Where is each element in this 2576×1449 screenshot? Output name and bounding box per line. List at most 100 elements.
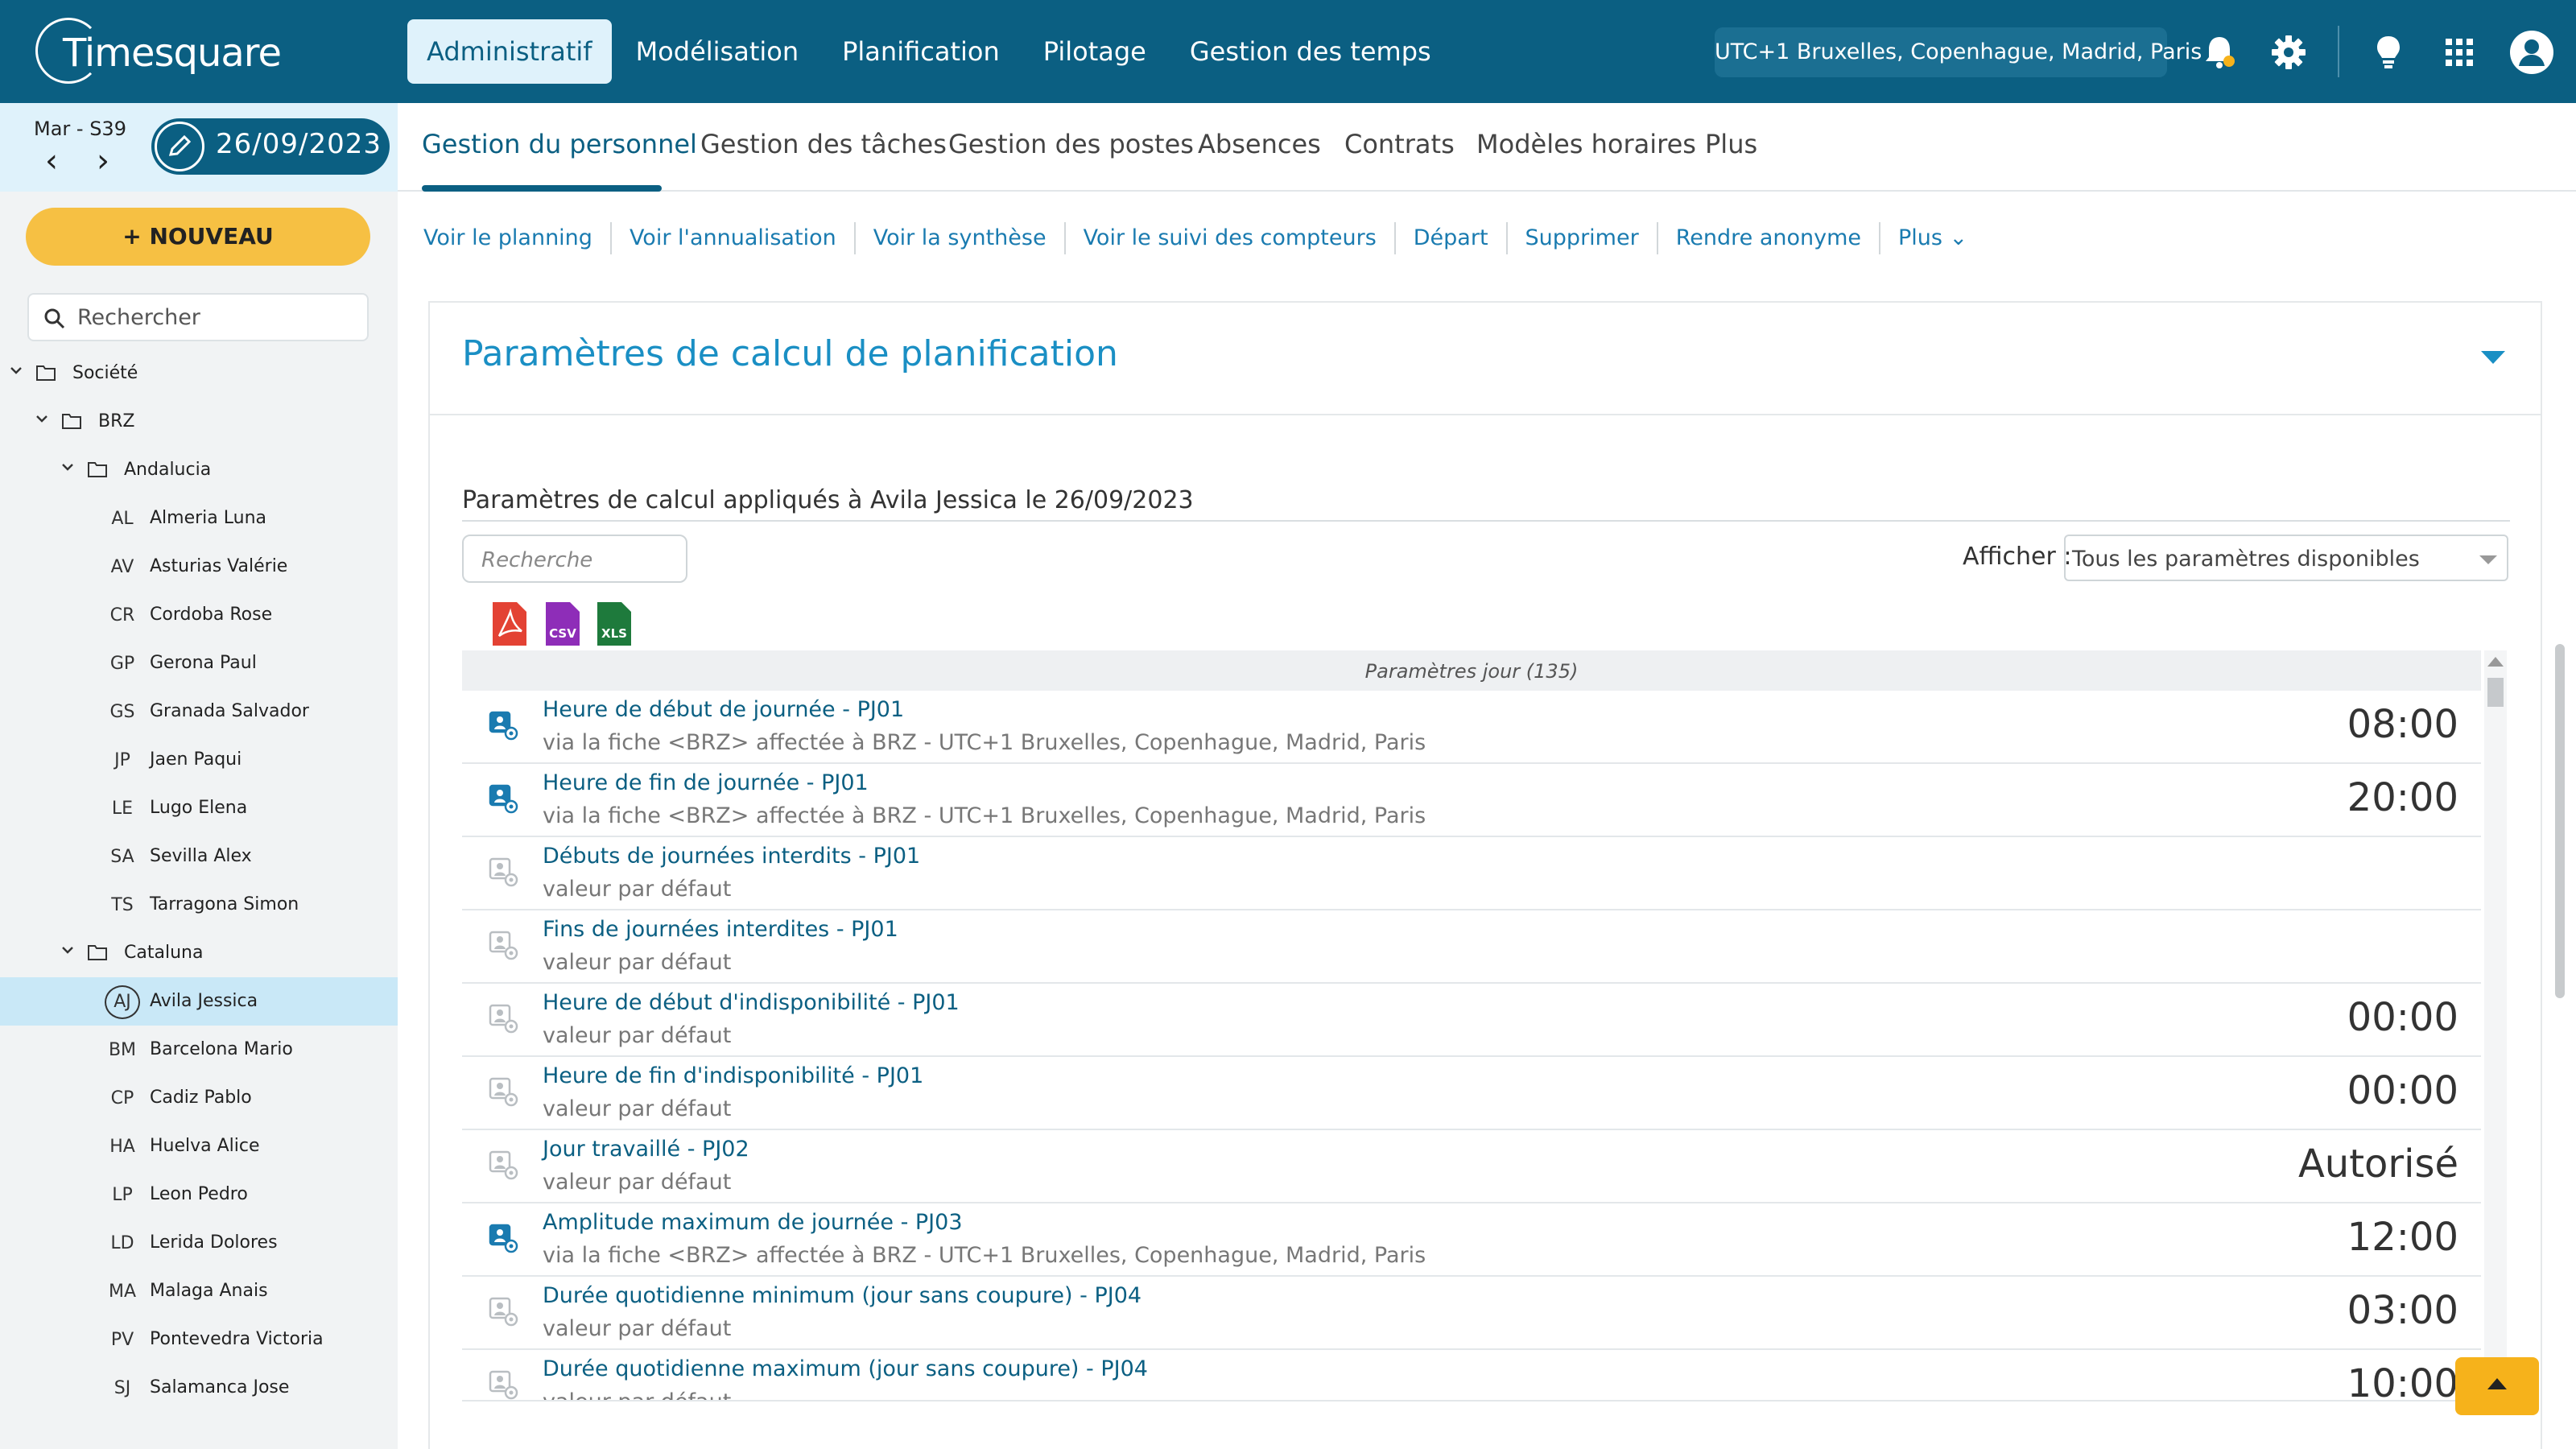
next-date-chevron-icon[interactable]: › [97,145,109,177]
param-value: 00:00 [2347,995,2458,1040]
tree-node-cataluna[interactable]: Cataluna [0,929,398,977]
param-title[interactable]: Durée quotidienne maximum (jour sans cou… [543,1356,1148,1381]
chevron-down-icon[interactable] [34,411,50,427]
param-row[interactable]: Fins de journées interdites - PJ01 valeur… [462,910,2481,984]
person-item[interactable]: HA Huelva Alice [0,1122,398,1170]
tab-gestion-des-postes[interactable]: Gestion des postes [948,129,1194,159]
gear-icon[interactable] [2268,32,2309,72]
person-item[interactable]: GS Granada Salvador [0,687,398,736]
person-name: Lugo Elena [150,798,248,818]
param-title[interactable]: Heure de fin d'indisponibilité - PJ01 [543,1063,923,1088]
tree-node-societe[interactable]: Société [0,349,398,398]
link-depart[interactable]: Départ [1393,222,1506,254]
person-item[interactable]: AV Asturias Valérie [0,543,398,591]
nav-planification[interactable]: Planification [823,19,1019,84]
tab-contrats[interactable]: Contrats [1344,129,1455,159]
scroll-to-top-button[interactable] [2455,1357,2539,1415]
table-search-input[interactable]: Recherche [462,535,687,583]
prev-date-chevron-icon[interactable]: ‹ [45,145,58,177]
nav-modelisation[interactable]: Modélisation [617,19,819,84]
csv-export-icon[interactable]: CSV [543,601,583,647]
param-title[interactable]: Heure de début de journée - PJ01 [543,697,904,722]
person-item[interactable]: CP Cadiz Pablo [0,1074,398,1122]
person-name: Huelva Alice [150,1136,260,1156]
person-initials: AJ [105,985,140,1019]
param-title[interactable]: Heure de fin de journée - PJ01 [543,770,869,795]
person-initials: LP [112,1185,133,1205]
logo-text: Timesquare [63,31,282,76]
param-title[interactable]: Amplitude maximum de journée - PJ03 [543,1210,963,1235]
tab-gestion-du-personnel[interactable]: Gestion du personnel [422,129,697,159]
timezone-selector[interactable]: UTC+1 Bruxelles, Copenhague, Madrid, Par… [1715,27,2202,77]
link-voir-le-planning[interactable]: Voir le planning [423,222,610,254]
person-item[interactable]: LE Lugo Elena [0,784,398,832]
param-row[interactable]: Débuts de journées interdits - PJ01 valeu… [462,837,2481,910]
nav-administratif[interactable]: Administratif [407,19,612,84]
param-title[interactable]: Jour travaillé - PJ02 [543,1137,749,1162]
person-name: Lerida Dolores [150,1232,278,1253]
param-row[interactable]: Heure de début d'indisponibilité - PJ01 v… [462,984,2481,1057]
tree-label: Andalucia [124,460,212,480]
lightbulb-icon[interactable] [2368,32,2409,72]
afficher-select[interactable]: Tous les paramètres disponibles [2064,535,2508,581]
person-item[interactable]: PV Pontevedra Victoria [0,1315,398,1364]
param-row[interactable]: Heure de début de journée - PJ01 via la f… [462,691,2481,764]
nav-pilotage[interactable]: Pilotage [1024,19,1166,84]
person-item[interactable]: GP Gerona Paul [0,639,398,687]
chevron-down-icon[interactable] [60,459,76,475]
param-title[interactable]: Débuts de journées interdits - PJ01 [543,844,920,869]
link-voir-la-synthese[interactable]: Voir la synthèse [853,222,1064,254]
person-item[interactable]: CR Cordoba Rose [0,591,398,639]
tab-gestion-des-taches[interactable]: Gestion des tâches [700,129,947,159]
link-voir-suivi-compteurs[interactable]: Voir le suivi des compteurs [1063,222,1394,254]
person-item[interactable]: SA Sevilla Alex [0,832,398,881]
param-row[interactable]: Heure de fin de journée - PJ01 via la fic… [462,764,2481,837]
apps-grid-icon[interactable] [2439,32,2479,72]
person-name: Sevilla Alex [150,846,252,866]
person-item[interactable]: LP Leon Pedro [0,1170,398,1219]
new-button[interactable]: + NOUVEAU [26,208,370,266]
chevron-down-icon[interactable] [8,362,24,378]
table-group-header[interactable]: Paramètres jour (135) [462,650,2481,691]
table-scrollbar-thumb[interactable] [2487,678,2504,707]
person-item[interactable]: TS Tarragona Simon [0,881,398,929]
param-row[interactable]: Durée quotidienne minimum (jour sans cou… [462,1277,2481,1350]
person-item[interactable]: AL Almeria Luna [0,494,398,543]
user-avatar-icon[interactable] [2508,29,2555,76]
link-voir-annualisation[interactable]: Voir l'annualisation [609,222,854,254]
person-item[interactable]: BM Barcelona Mario [0,1026,398,1074]
tree-node-andalucia[interactable]: Andalucia [0,446,398,494]
timesquare-logo[interactable]: Timesquare [35,18,282,85]
link-rendre-anonyme[interactable]: Rendre anonyme [1656,222,1879,254]
param-row[interactable]: Jour travaillé - PJ02 valeur par défaut Au… [462,1130,2481,1203]
tree-node-brz[interactable]: BRZ [0,398,398,446]
person-item-selected[interactable]: AJ Avila Jessica [0,977,398,1026]
collapse-caret-icon[interactable] [2481,351,2505,364]
person-item[interactable]: JP Jaen Paqui [0,736,398,784]
new-button-label: NOUVEAU [149,223,274,250]
xls-export-icon[interactable]: XLS [594,601,634,647]
param-row[interactable]: Durée quotidienne maximum (jour sans cou… [462,1350,2481,1402]
sidebar-search-input[interactable]: Rechercher [27,293,369,341]
param-title[interactable]: Heure de début d'indisponibilité - PJ01 [543,990,960,1015]
link-supprimer[interactable]: Supprimer [1505,222,1657,254]
person-item[interactable]: SJ Salamanca Jose [0,1364,398,1412]
tab-absences[interactable]: Absences [1198,129,1321,159]
table-scrollbar[interactable] [2484,650,2507,1394]
scroll-up-arrow-icon[interactable] [2487,657,2504,667]
param-title[interactable]: Durée quotidienne minimum (jour sans cou… [543,1283,1141,1308]
link-plus-dropdown[interactable]: Plus ⌄ [1879,222,1985,254]
param-row[interactable]: Heure de fin d'indisponibilité - PJ01 val… [462,1057,2481,1130]
person-item[interactable]: LD Lerida Dolores [0,1219,398,1267]
bell-icon[interactable] [2199,32,2240,72]
page-scrollbar-thumb[interactable] [2555,644,2565,998]
tab-plus[interactable]: Plus [1705,129,1757,159]
pdf-export-icon[interactable] [489,601,530,647]
chevron-down-icon[interactable] [60,942,76,958]
param-row[interactable]: Amplitude maximum de journée - PJ03 via l… [462,1203,2481,1277]
nav-gestion-des-temps[interactable]: Gestion des temps [1170,19,1451,84]
param-title[interactable]: Fins de journées interdites - PJ01 [543,917,898,942]
person-item[interactable]: MA Malaga Anais [0,1267,398,1315]
date-picker[interactable]: 26/09/2023 [151,118,390,175]
tab-modeles-horaires[interactable]: Modèles horaires [1476,129,1696,159]
